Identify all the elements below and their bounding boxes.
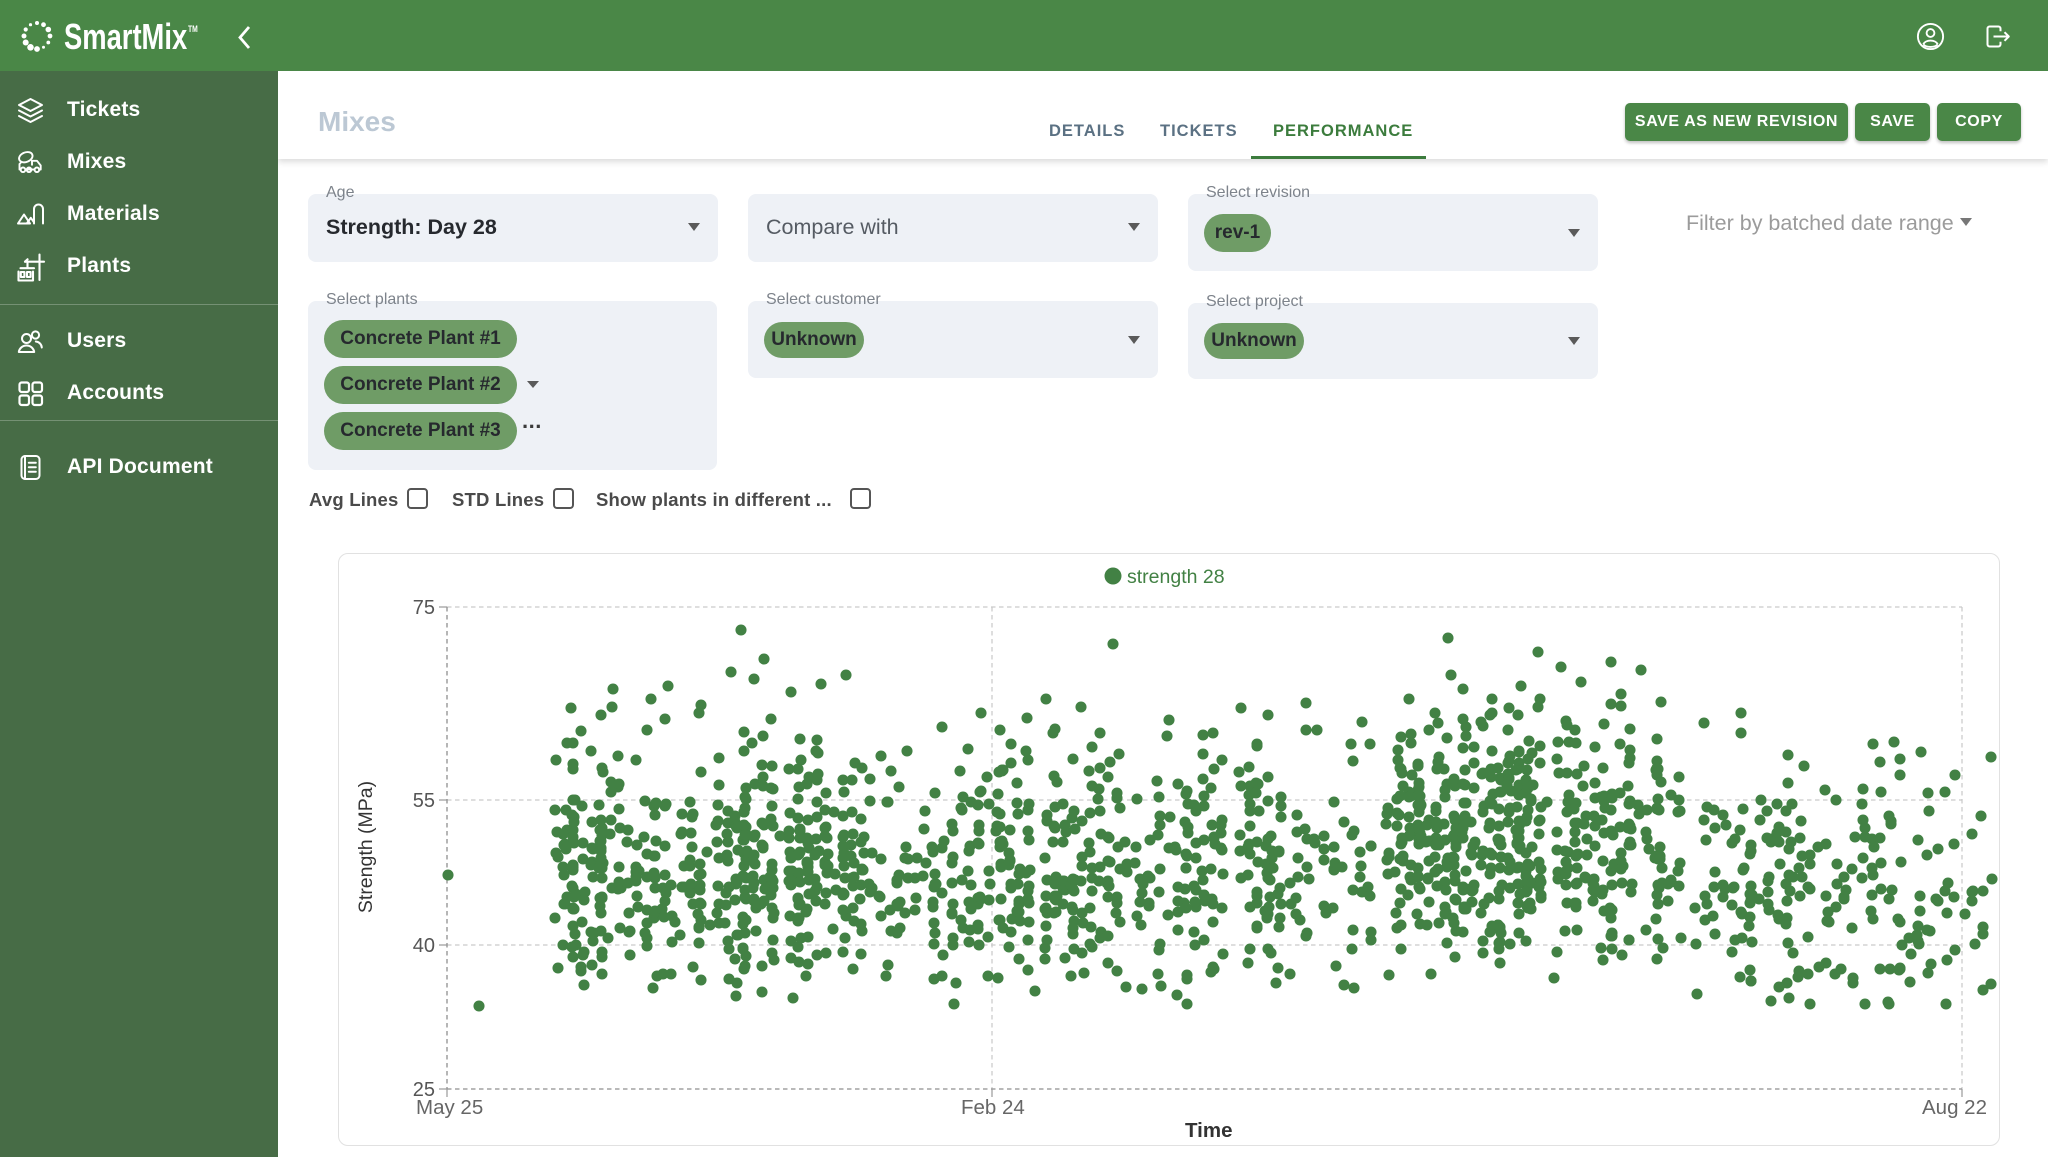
svg-text:Time: Time	[1185, 1119, 1232, 1142]
svg-text:Strength (MPa): Strength (MPa)	[355, 781, 377, 913]
svg-text:55: 55	[413, 790, 435, 812]
svg-text:May 25: May 25	[416, 1096, 483, 1119]
svg-text:strength 28: strength 28	[1127, 566, 1225, 588]
svg-text:Aug 22: Aug 22	[1922, 1096, 1987, 1119]
svg-text:Feb 24: Feb 24	[961, 1096, 1025, 1119]
svg-text:40: 40	[413, 935, 435, 957]
svg-text:75: 75	[413, 597, 435, 619]
